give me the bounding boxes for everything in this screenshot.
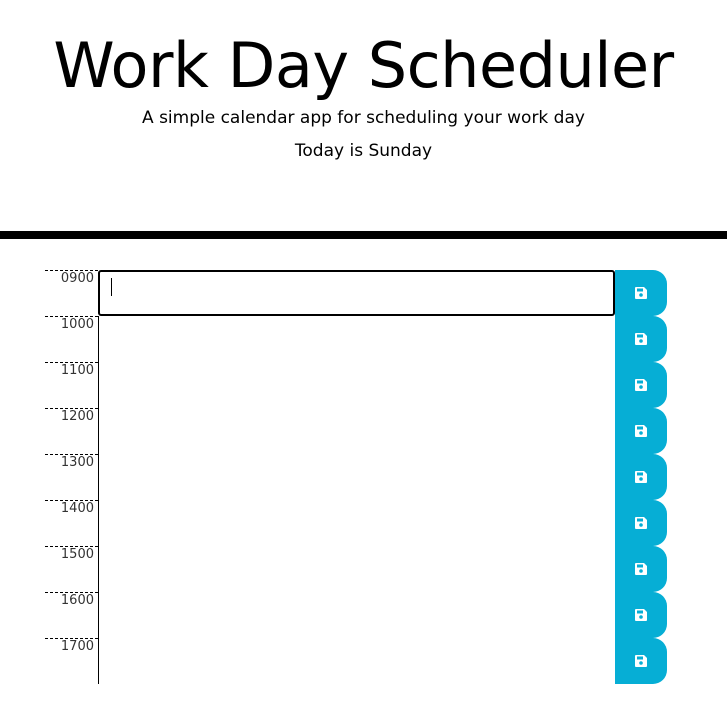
hour-label: 0900 — [60, 271, 94, 286]
hour-label-cell: 1000 — [45, 316, 98, 362]
hour-label-cell: 1500 — [45, 546, 98, 592]
hour-label: 1600 — [60, 593, 94, 608]
hour-label-cell: 1400 — [45, 500, 98, 546]
save-button[interactable] — [615, 362, 667, 408]
save-button[interactable] — [615, 592, 667, 638]
hour-label: 1100 — [60, 363, 94, 378]
time-block-row: 1000 — [45, 316, 667, 362]
text-caret — [111, 278, 112, 296]
hour-label: 1500 — [60, 547, 94, 562]
save-button[interactable] — [615, 408, 667, 454]
time-block-row: 1400 — [45, 500, 667, 546]
save-icon — [635, 425, 647, 437]
save-icon — [635, 471, 647, 483]
event-description-input[interactable] — [98, 270, 615, 316]
hour-label-cell: 1100 — [45, 362, 98, 408]
hour-label-cell: 1600 — [45, 592, 98, 638]
save-icon — [635, 379, 647, 391]
event-description-input[interactable] — [98, 454, 615, 500]
save-icon — [635, 517, 647, 529]
event-description-input[interactable] — [98, 546, 615, 592]
hour-label: 1400 — [60, 501, 94, 516]
event-description-input[interactable] — [98, 638, 615, 684]
time-block-row: 1200 — [45, 408, 667, 454]
time-block-row: 1100 — [45, 362, 667, 408]
time-block-row: 1700 — [45, 638, 667, 684]
time-block-row: 0900 — [45, 270, 667, 316]
save-button[interactable] — [615, 500, 667, 546]
hour-label-cell: 1200 — [45, 408, 98, 454]
save-icon — [635, 563, 647, 575]
event-description-input[interactable] — [98, 316, 615, 362]
save-icon — [635, 333, 647, 345]
current-day: Today is Sunday — [294, 141, 433, 161]
event-description-input[interactable] — [98, 592, 615, 638]
save-icon — [635, 609, 647, 621]
time-block-row: 1500 — [45, 546, 667, 592]
event-description-input[interactable] — [98, 500, 615, 546]
schedule-container: 0900 1000 1100 1200 1300 1400 1500 1600 1700 — [45, 270, 667, 684]
hour-label: 1300 — [60, 455, 94, 470]
save-button[interactable] — [615, 546, 667, 592]
hour-label: 1000 — [60, 317, 94, 332]
hour-label-cell: 1700 — [45, 638, 98, 684]
page-subtitle: A simple calendar app for scheduling you… — [142, 108, 585, 128]
hour-label-cell: 0900 — [45, 270, 98, 316]
save-icon — [635, 655, 647, 667]
header: Work Day Scheduler A simple calendar app… — [0, 0, 727, 231]
save-button[interactable] — [615, 270, 667, 316]
time-block-row: 1300 — [45, 454, 667, 500]
time-block-row: 1600 — [45, 592, 667, 638]
hour-label: 1700 — [60, 639, 94, 654]
header-divider — [0, 231, 727, 239]
save-button[interactable] — [615, 638, 667, 684]
save-icon — [635, 287, 647, 299]
save-button[interactable] — [615, 316, 667, 362]
event-description-input[interactable] — [98, 408, 615, 454]
save-button[interactable] — [615, 454, 667, 500]
page-title: Work Day Scheduler — [53, 29, 674, 102]
hour-label-cell: 1300 — [45, 454, 98, 500]
hour-label: 1200 — [60, 409, 94, 424]
event-description-input[interactable] — [98, 362, 615, 408]
